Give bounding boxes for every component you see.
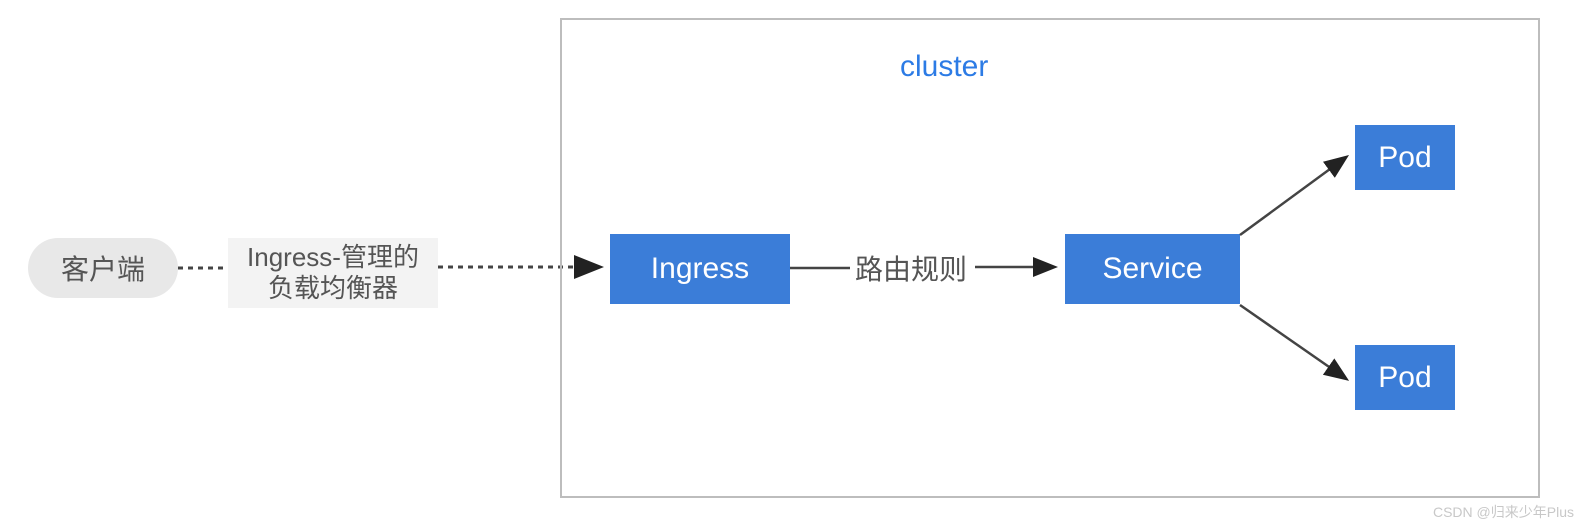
service-node: Service — [1065, 234, 1240, 304]
route-rule-label: 路由规则 — [855, 248, 967, 288]
line-ingress-to-label — [790, 260, 855, 280]
pod1-label: Pod — [1378, 141, 1431, 175]
arrow-client-to-lb — [178, 260, 228, 280]
pod-node-2: Pod — [1355, 345, 1455, 410]
pod2-label: Pod — [1378, 361, 1431, 395]
lb-line1: Ingress-管理的 负载均衡器 — [228, 242, 438, 304]
ingress-label: Ingress — [651, 252, 749, 286]
client-node: 客户端 — [28, 238, 178, 298]
client-label: 客户端 — [61, 248, 145, 288]
service-label: Service — [1102, 252, 1202, 286]
watermark: CSDN @归来少年Plus — [1433, 502, 1574, 522]
load-balancer-label: Ingress-管理的 负载均衡器 — [228, 238, 438, 308]
arrow-service-to-pod2 — [1240, 300, 1360, 390]
ingress-node: Ingress — [610, 234, 790, 304]
cluster-label: cluster — [900, 50, 988, 84]
arrow-route-to-service — [975, 255, 1065, 285]
arrow-service-to-pod1 — [1240, 150, 1360, 240]
pod-node-1: Pod — [1355, 125, 1455, 190]
